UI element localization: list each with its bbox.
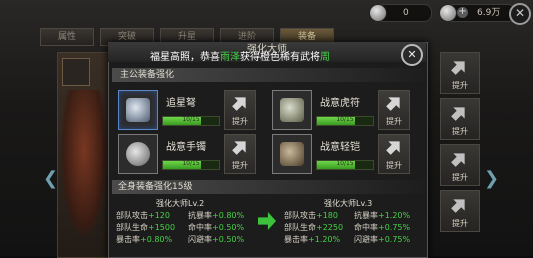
character-portrait [60,90,108,240]
upgrade-label: 提升 [452,173,468,182]
progress-text: 10/15 [182,116,200,123]
side-upgrade-button[interactable]: 提升 [440,144,480,186]
stat-row: 部队生命+2250 [284,223,344,232]
equipment-slot: 战意虎符 10/15 提升 [272,90,422,130]
upgrade-arrow-icon [229,136,252,159]
stat-row: 闪避率+0.50% [188,235,245,244]
upgrade-label: 提升 [386,117,402,126]
slot-name: 战意虎符 [320,98,360,109]
gold-amount: 6.9万 [477,8,501,18]
silver-amount: 0 [403,8,409,18]
marquee-tail: 周 [320,52,330,63]
upgrade-arrow-icon [448,148,471,171]
slot-name: 战意手镯 [166,142,206,153]
upgrade-button[interactable]: 提升 [378,134,410,174]
upgrade-label: 提升 [232,161,248,170]
current-master-stats: 强化大师Lv.2 部队攻击+120 抗暴率+0.80% 部队生命+1500 命中… [116,198,256,256]
broadcast-marquee: 福星高照，恭喜雨泽获得橙色稀有武将周 [150,50,426,66]
tab-attributes[interactable]: 属性 [40,28,94,46]
progress-text: 10/15 [336,160,354,167]
stat-row: 部队攻击+120 [116,211,170,220]
silver-currency: 0 [369,4,432,22]
gold-coin-icon [439,4,457,22]
progress-bar: 10/15 [162,116,220,126]
marquee-player: 雨泽 [220,52,240,63]
armor-icon[interactable] [272,134,312,174]
section-header-equipment: 主公装备强化 [112,68,432,82]
next-master-title: 强化大师Lv.3 [324,199,373,208]
next-master-stats: 强化大师Lv.3 部队攻击+180 抗暴率+1.20% 部队生命+2250 命中… [284,198,424,256]
stat-row: 部队生命+1500 [116,223,176,232]
silver-coin-icon [369,4,387,22]
crossbow-icon[interactable] [118,90,158,130]
progress-text: 10/15 [182,160,200,167]
progress-bar: 10/15 [316,116,374,126]
upgrade-label: 提升 [386,161,402,170]
stat-row: 命中率+0.50% [188,223,245,232]
upgrade-arrow-icon [448,102,471,125]
upgrade-arrow-icon [383,92,406,115]
upgrade-label: 提升 [452,219,468,228]
prev-hero-arrow-icon[interactable]: ❮ [43,168,58,189]
dialog-close-button[interactable]: ✕ [401,44,423,66]
upgrade-button[interactable]: 提升 [224,134,256,174]
upgrade-button[interactable]: 提升 [224,90,256,130]
marquee-prefix: 福星高照，恭喜 [150,52,220,63]
progress-bar: 10/15 [162,160,220,170]
marquee-suffix: 获得橙色稀有武将 [240,52,320,63]
current-master-title: 强化大师Lv.2 [156,199,205,208]
section-header-full-set: 全身装备强化15级 [112,180,430,194]
progress-bar: 10/15 [316,160,374,170]
add-gold-button[interactable]: + [457,7,468,18]
currency-bar: 0 + 6.9万 [360,0,533,24]
side-upgrade-button[interactable]: 提升 [440,98,480,140]
upgrade-label: 提升 [452,81,468,90]
tiger-tally-icon[interactable] [272,90,312,130]
stat-row: 闪避率+0.75% [354,235,411,244]
stat-row: 部队攻击+180 [284,211,338,220]
stat-row: 暴击率+0.80% [116,235,173,244]
upgrade-arrow-icon [448,194,471,217]
side-upgrade-button[interactable]: 提升 [440,190,480,232]
next-hero-arrow-icon[interactable]: ❯ [484,168,499,189]
gold-currency: + 6.9万 [439,4,516,22]
stat-row: 抗暴率+0.80% [188,211,245,220]
stat-row: 抗暴率+1.20% [354,211,411,220]
stat-row: 命中率+0.75% [354,223,411,232]
close-screen-button[interactable]: ✕ [509,3,531,25]
upgrade-arrow-icon [383,136,406,159]
slot-name: 追星弩 [166,98,196,109]
upgrade-label: 提升 [232,117,248,126]
equipment-slot: 追星弩 10/15 提升 [118,90,268,130]
upgrade-button[interactable]: 提升 [378,90,410,130]
upgrade-arrow-icon [448,56,471,79]
equipment-slot: 战意手镯 10/15 提升 [118,134,268,174]
bracelet-icon[interactable] [118,134,158,174]
equipment-slot: 战意轻铠 10/15 提升 [272,134,422,174]
bow-icon[interactable] [62,58,90,86]
upgrade-arrow-icon [229,92,252,115]
progress-text: 10/15 [336,116,354,123]
side-upgrade-button[interactable]: 提升 [440,52,480,94]
stat-row: 暴击率+1.20% [284,235,341,244]
slot-name: 战意轻铠 [320,142,360,153]
upgrade-label: 提升 [452,127,468,136]
